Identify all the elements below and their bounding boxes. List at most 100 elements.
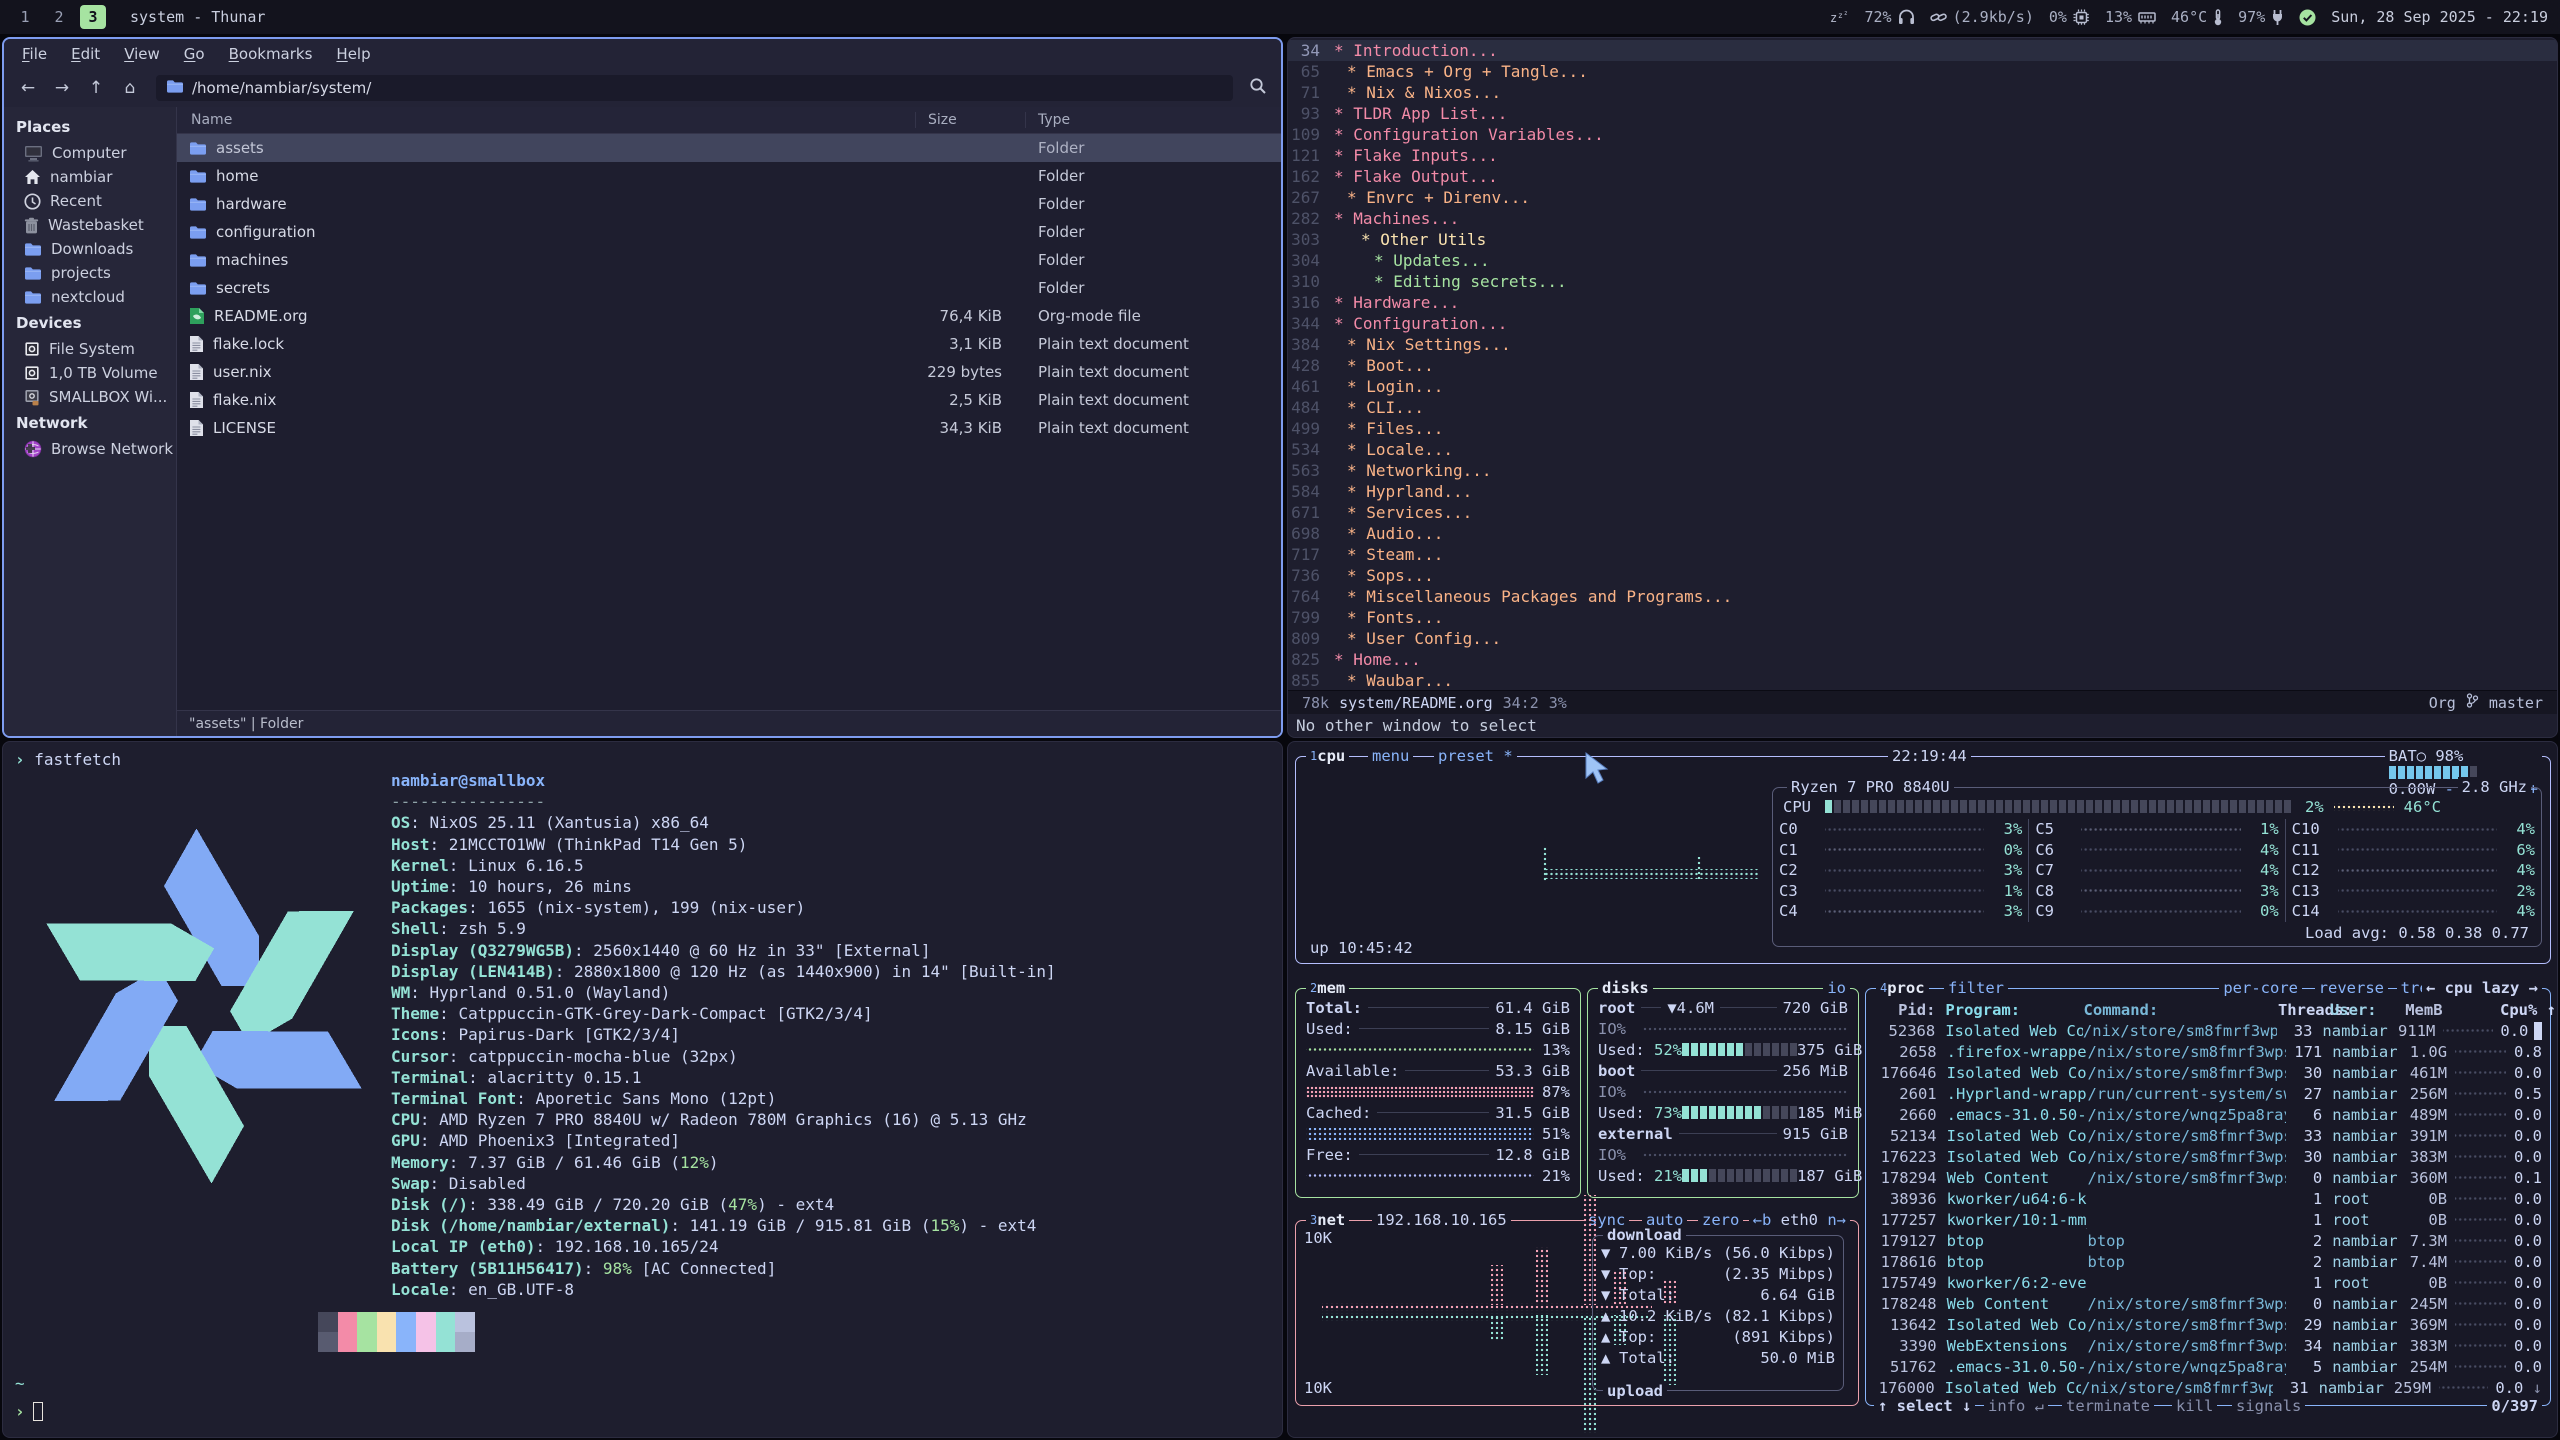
up-button[interactable]: ↑ xyxy=(82,75,110,101)
io-mode-button[interactable]: io xyxy=(1823,978,1850,998)
org-heading-line[interactable]: 71* Nix & Nixos... xyxy=(1288,82,2557,103)
org-heading-line[interactable]: 304* Updates... xyxy=(1288,250,2557,271)
file-row-configuration[interactable]: configurationFolder xyxy=(177,218,1281,246)
shell-prompt-empty[interactable]: › xyxy=(15,1402,43,1421)
scrollbar-thumb[interactable] xyxy=(2534,1022,2542,1040)
select-keys[interactable]: ↑ select ↓ xyxy=(1874,1396,1975,1416)
search-icon[interactable] xyxy=(1249,77,1267,99)
org-heading-line[interactable]: 65* Emacs + Org + Tangle... xyxy=(1288,61,2557,82)
sidebar-item-projects[interactable]: projects xyxy=(4,261,176,285)
file-row-machines[interactable]: machinesFolder xyxy=(177,246,1281,274)
sidebar-item-smallbox-wi-[interactable]: SMALLBOX Wi... xyxy=(4,385,176,409)
status-item-thermometer-icon[interactable]: 46°C xyxy=(2171,8,2223,26)
process-row-179127[interactable]: 179127btopbtop2nambiar7.3M0.0 xyxy=(1874,1230,2542,1251)
back-button[interactable]: ← xyxy=(14,75,42,101)
org-heading-line[interactable]: 344* Configuration... xyxy=(1288,313,2557,334)
file-list-header[interactable]: Name Size Type xyxy=(177,107,1281,134)
org-heading-line[interactable]: 162* Flake Output... xyxy=(1288,166,2557,187)
workspace-3[interactable]: 3 xyxy=(80,5,106,29)
mem-box-title[interactable]: 2mem xyxy=(1306,978,1349,998)
reverse-button[interactable]: reverse xyxy=(2315,978,2388,998)
file-row-secrets[interactable]: secretsFolder xyxy=(177,274,1281,302)
sidebar-item-computer[interactable]: Computer xyxy=(4,141,176,165)
terminate-key[interactable]: terminate xyxy=(2062,1396,2154,1416)
cpu-box-title[interactable]: 1cpu xyxy=(1306,746,1349,766)
terminal-window[interactable]: › fastfetch nambiar@smallbox------------… xyxy=(2,741,1283,1438)
sidebar-item-downloads[interactable]: Downloads xyxy=(4,237,176,261)
status-item-chip-icon[interactable]: 0% xyxy=(2049,8,2090,26)
process-row-3390[interactable]: 3390WebExtensions/nix/store/sm8fmrf3wps4… xyxy=(1874,1335,2542,1356)
process-row-52368[interactable]: 52368Isolated Web Co/nix/store/sm8fmrf3w… xyxy=(1874,1020,2542,1041)
process-row-2658[interactable]: 2658.firefox-wrappe/nix/store/sm8fmrf3wp… xyxy=(1874,1041,2542,1062)
process-row-52134[interactable]: 52134Isolated Web Co/nix/store/sm8fmrf3w… xyxy=(1874,1125,2542,1146)
process-row-2601[interactable]: 2601.Hyprland-wrapp/run/current-system/s… xyxy=(1874,1083,2542,1104)
menu-bookmarks[interactable]: Bookmarks xyxy=(219,42,323,66)
sidebar-item-nextcloud[interactable]: nextcloud xyxy=(4,285,176,309)
menu-button[interactable]: menu xyxy=(1368,746,1413,766)
org-heading-line[interactable]: 109* Configuration Variables... xyxy=(1288,124,2557,145)
org-heading-line[interactable]: 282* Machines... xyxy=(1288,208,2557,229)
menu-edit[interactable]: Edit xyxy=(61,42,110,66)
org-heading-line[interactable]: 534* Locale... xyxy=(1288,439,2557,460)
sidebar-item-browse-network[interactable]: Browse Network xyxy=(4,437,176,461)
process-row-176000[interactable]: 176000Isolated Web Co/nix/store/sm8fmrf3… xyxy=(1874,1377,2542,1398)
sidebar-item-recent[interactable]: Recent xyxy=(4,189,176,213)
menu-view[interactable]: View xyxy=(114,42,170,66)
proc-header[interactable]: Pid:Program:Command:Threads:User:MemBCpu… xyxy=(1874,999,2542,1020)
file-row-README.org[interactable]: README.org76,4 KiBOrg-mode file xyxy=(177,302,1281,330)
org-heading-line[interactable]: 809* User Config... xyxy=(1288,628,2557,649)
status-item-sleep-icon[interactable]: zzz xyxy=(1830,9,1850,25)
process-row-176646[interactable]: 176646Isolated Web Co/nix/store/sm8fmrf3… xyxy=(1874,1062,2542,1083)
org-heading-line[interactable]: 34* Introduction... xyxy=(1288,40,2557,61)
org-heading-line[interactable]: 584* Hyprland... xyxy=(1288,481,2557,502)
per-core-button[interactable]: per-core xyxy=(2219,978,2302,998)
status-item-ram-icon[interactable]: 13% xyxy=(2105,8,2156,26)
org-heading-line[interactable]: 698* Audio... xyxy=(1288,523,2557,544)
sort-selector[interactable]: ← cpu lazy → xyxy=(2422,978,2542,998)
org-heading-line[interactable]: 563* Networking... xyxy=(1288,460,2557,481)
info-key[interactable]: info ↵ xyxy=(1984,1396,2048,1416)
org-heading-line[interactable]: 484* CLI... xyxy=(1288,397,2557,418)
org-heading-line[interactable]: 799* Fonts... xyxy=(1288,607,2557,628)
org-heading-line[interactable]: 267* Envrc + Direnv... xyxy=(1288,187,2557,208)
org-heading-line[interactable]: 461* Login... xyxy=(1288,376,2557,397)
org-heading-line[interactable]: 855* Waubar... xyxy=(1288,670,2557,690)
org-heading-line[interactable]: 671* Services... xyxy=(1288,502,2557,523)
status-item-plug-icon[interactable]: 97% xyxy=(2238,8,2284,26)
menu-file[interactable]: File xyxy=(12,42,57,66)
proc-box-title[interactable]: 4proc xyxy=(1876,978,1929,998)
status-item-link-icon[interactable]: (2.9kb/s) xyxy=(1930,8,2034,26)
menu-help[interactable]: Help xyxy=(326,42,380,66)
process-row-175749[interactable]: 175749kworker/6:2-even1root0B0.0 xyxy=(1874,1272,2542,1293)
org-heading-line[interactable]: 93* TLDR App List... xyxy=(1288,103,2557,124)
file-row-flake.lock[interactable]: flake.lock3,1 KiBPlain text document xyxy=(177,330,1281,358)
signals-key[interactable]: signals xyxy=(2232,1396,2305,1416)
menu-go[interactable]: Go xyxy=(174,42,215,66)
net-box-title[interactable]: 3net xyxy=(1306,1210,1349,1230)
org-heading-line[interactable]: 825* Home... xyxy=(1288,649,2557,670)
path-bar[interactable]: /home/nambiar/system/ xyxy=(156,75,1233,101)
disks-box-title[interactable]: disks xyxy=(1598,978,1653,998)
workspace-2[interactable]: 2 xyxy=(46,5,72,29)
kill-key[interactable]: kill xyxy=(2172,1396,2217,1416)
workspace-switcher[interactable]: 123 xyxy=(12,5,114,29)
file-row-user.nix[interactable]: user.nix229 bytesPlain text document xyxy=(177,358,1281,386)
org-buffer[interactable]: 34* Introduction...65* Emacs + Org + Tan… xyxy=(1288,38,2557,690)
org-heading-line[interactable]: 310* Editing secrets... xyxy=(1288,271,2557,292)
process-row-177257[interactable]: 177257kworker/10:1-mm_1root0B0.0 xyxy=(1874,1209,2542,1230)
process-row-176223[interactable]: 176223Isolated Web Co/nix/store/sm8fmrf3… xyxy=(1874,1146,2542,1167)
process-row-178616[interactable]: 178616btopbtop2nambiar7.4M0.0 xyxy=(1874,1251,2542,1272)
org-heading-line[interactable]: 121* Flake Inputs... xyxy=(1288,145,2557,166)
file-row-home[interactable]: homeFolder xyxy=(177,162,1281,190)
org-heading-line[interactable]: 736* Sops... xyxy=(1288,565,2557,586)
file-row-assets[interactable]: assetsFolder xyxy=(177,134,1281,162)
process-row-2660[interactable]: 2660.emacs-31.0.50-/nix/store/wnqz5pa8ra… xyxy=(1874,1104,2542,1125)
sidebar-item-wastebasket[interactable]: Wastebasket xyxy=(4,213,176,237)
org-heading-line[interactable]: 499* Files... xyxy=(1288,418,2557,439)
forward-button[interactable]: → xyxy=(48,75,76,101)
process-row-51762[interactable]: 51762.emacs-31.0.50-/nix/store/wnqz5pa8r… xyxy=(1874,1356,2542,1377)
org-heading-line[interactable]: 428* Boot... xyxy=(1288,355,2557,376)
process-row-38936[interactable]: 38936kworker/u64:6-kc1root0B0.0 xyxy=(1874,1188,2542,1209)
org-heading-line[interactable]: 764* Miscellaneous Packages and Programs… xyxy=(1288,586,2557,607)
file-row-hardware[interactable]: hardwareFolder xyxy=(177,190,1281,218)
